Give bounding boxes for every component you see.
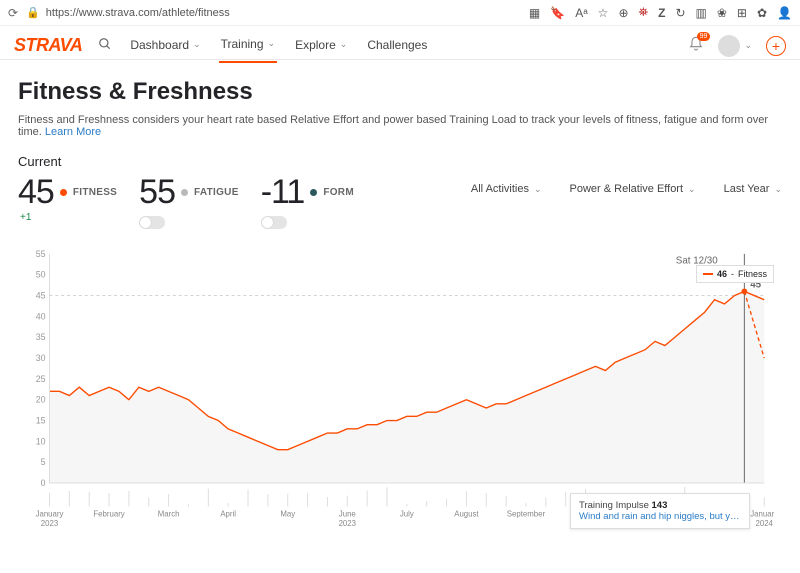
- svg-text:20: 20: [36, 395, 46, 405]
- ext-icon[interactable]: ⊞: [737, 6, 747, 20]
- svg-text:10: 10: [36, 436, 46, 446]
- fatigue-toggle[interactable]: [139, 216, 165, 229]
- svg-text:July: July: [400, 509, 414, 518]
- filter-metric[interactable]: Power & Relative Effort⌄: [570, 183, 696, 195]
- ext-icon[interactable]: 👤: [777, 6, 792, 20]
- svg-text:25: 25: [36, 374, 46, 384]
- current-label: Current: [18, 154, 782, 169]
- chevron-down-icon: ⌄: [688, 184, 696, 195]
- svg-text:0: 0: [41, 478, 46, 488]
- svg-text:40: 40: [36, 311, 46, 321]
- svg-text:September: September: [507, 509, 546, 518]
- top-nav: STRAVA Dashboard⌄ Training⌄ Explore⌄ Cha…: [0, 26, 800, 60]
- learn-more-link[interactable]: Learn More: [45, 126, 101, 138]
- chevron-down-icon: ⌄: [268, 38, 276, 49]
- fitness-chart[interactable]: 0510152025303540455055Sat 12/3045January…: [26, 245, 774, 535]
- svg-text:15: 15: [36, 415, 46, 425]
- fitness-label: FITNESS: [73, 187, 117, 198]
- fitness-value: 45: [18, 173, 54, 212]
- stat-fitness: 45 FITNESS +1: [18, 173, 117, 223]
- form-label: FORM: [323, 187, 354, 198]
- fitness-delta: +1: [20, 212, 117, 223]
- strava-logo[interactable]: STRAVA: [14, 35, 82, 56]
- svg-text:March: March: [158, 509, 180, 518]
- ext-icon[interactable]: ☆: [598, 6, 609, 20]
- form-toggle[interactable]: [261, 216, 287, 229]
- fitness-dot-icon: [60, 189, 67, 196]
- svg-text:35: 35: [36, 332, 46, 342]
- form-value: -11: [261, 173, 305, 212]
- ext-icon[interactable]: ▥: [696, 6, 707, 20]
- svg-text:5: 5: [41, 457, 46, 467]
- ext-icon[interactable]: ⛯: [639, 5, 649, 20]
- notifications-icon[interactable]: 99: [688, 36, 704, 55]
- fatigue-label: FATIGUE: [194, 187, 239, 198]
- chevron-down-icon: ⌄: [744, 40, 752, 51]
- chart-tooltip: Training Impulse 143 Wind and rain and h…: [570, 493, 750, 529]
- nav-explore[interactable]: Explore⌄: [293, 30, 349, 62]
- svg-text:55: 55: [36, 249, 46, 259]
- ext-icon[interactable]: Z: [658, 6, 665, 20]
- svg-text:February: February: [93, 509, 124, 518]
- ext-icon[interactable]: 🔖: [550, 6, 565, 20]
- filter-range[interactable]: Last Year⌄: [724, 183, 782, 195]
- search-icon[interactable]: [98, 37, 112, 54]
- svg-text:30: 30: [36, 353, 46, 363]
- svg-text:June: June: [339, 509, 356, 518]
- svg-text:50: 50: [36, 270, 46, 280]
- chart-filters: All Activities⌄ Power & Relative Effort⌄…: [471, 173, 782, 195]
- ext-icon[interactable]: Aᵃ: [575, 6, 587, 20]
- ext-icon[interactable]: ⊕: [618, 6, 628, 20]
- chart-svg: 0510152025303540455055Sat 12/3045January…: [26, 245, 774, 535]
- svg-text:January: January: [36, 509, 64, 518]
- avatar: [718, 35, 740, 57]
- notification-badge: 99: [697, 32, 711, 41]
- svg-text:2023: 2023: [339, 519, 357, 528]
- stats-row: 45 FITNESS +1 55 FATIGUE -11 FORM All Ac…: [18, 173, 782, 229]
- ext-icon[interactable]: ↻: [675, 6, 685, 20]
- chevron-down-icon: ⌄: [340, 39, 348, 50]
- svg-text:May: May: [280, 509, 295, 518]
- fatigue-dot-icon: [181, 189, 188, 196]
- browser-address-bar: ⟳ 🔒 https://www.strava.com/athlete/fitne…: [0, 0, 800, 26]
- stat-form: -11 FORM: [261, 173, 354, 229]
- nav-challenges[interactable]: Challenges: [365, 30, 429, 62]
- lock-icon: 🔒: [26, 6, 40, 19]
- form-dot-icon: [310, 189, 317, 196]
- stat-fatigue: 55 FATIGUE: [139, 173, 239, 229]
- chart-legend: 46 - Fitness: [696, 265, 774, 283]
- browser-extension-icons: ▦ 🔖 Aᵃ ☆ ⊕ ⛯ Z ↻ ▥ ❀ ⊞ ✿ 👤: [529, 5, 792, 20]
- url-box[interactable]: 🔒 https://www.strava.com/athlete/fitness: [26, 6, 521, 19]
- chevron-down-icon: ⌄: [534, 184, 542, 195]
- ext-icon[interactable]: ✿: [757, 6, 767, 20]
- svg-text:2023: 2023: [41, 519, 59, 528]
- fatigue-value: 55: [139, 173, 175, 212]
- user-menu[interactable]: ⌄: [718, 35, 752, 57]
- tooltip-activity-link[interactable]: Wind and rain and hip niggles, but year …: [579, 511, 741, 522]
- filter-activity[interactable]: All Activities⌄: [471, 183, 542, 195]
- ext-icon[interactable]: ▦: [529, 6, 540, 20]
- page-description: Fitness and Freshness considers your hea…: [18, 114, 782, 138]
- reload-icon[interactable]: ⟳: [8, 6, 18, 20]
- url-text: https://www.strava.com/athlete/fitness: [46, 7, 230, 19]
- page-title: Fitness & Freshness: [18, 78, 782, 106]
- svg-text:August: August: [454, 509, 479, 518]
- chevron-down-icon: ⌄: [193, 39, 201, 50]
- ext-icon[interactable]: ❀: [717, 6, 727, 20]
- legend-line-icon: [703, 273, 713, 275]
- chevron-down-icon: ⌄: [774, 184, 782, 195]
- svg-text:45: 45: [36, 291, 46, 301]
- svg-text:April: April: [220, 509, 236, 518]
- svg-text:2024: 2024: [755, 519, 773, 528]
- add-button[interactable]: +: [766, 36, 786, 56]
- nav-dashboard[interactable]: Dashboard⌄: [128, 30, 202, 62]
- svg-text:January: January: [750, 509, 774, 518]
- nav-training[interactable]: Training⌄: [219, 29, 277, 63]
